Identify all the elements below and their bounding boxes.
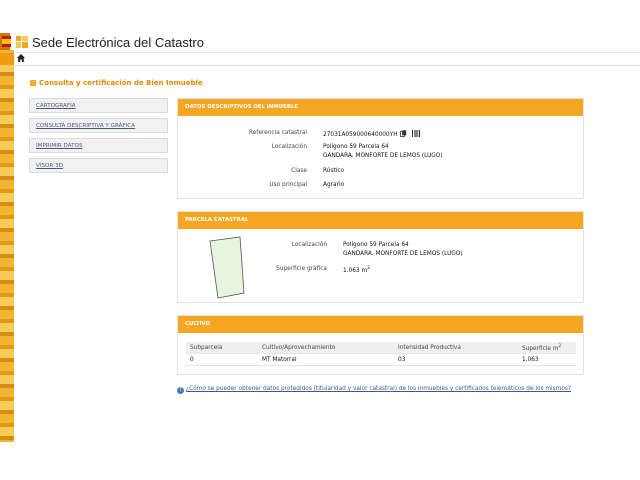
cultivo-header: CULTIVO <box>178 316 583 333</box>
spain-flag-icon <box>2 36 11 47</box>
clase-label: Clase <box>291 168 307 174</box>
parcela-localizacion-label: Localización <box>291 242 327 248</box>
ref-catastral-label: Referencia catastral <box>248 130 307 136</box>
barcode-icon[interactable] <box>412 130 421 137</box>
localizacion-line1: Polígono 59 Parcela 64 <box>323 144 389 150</box>
title-square-icon <box>30 80 36 86</box>
cell-intensidad: 03 <box>394 353 518 366</box>
cell-subparcela: 0 <box>186 353 258 366</box>
header-divider <box>14 52 640 53</box>
nav-accent <box>0 53 14 65</box>
col-cultivo: Cultivo/Aprovechamiento <box>258 342 394 354</box>
cultivo-panel: CULTIVO Subparcela Cultivo/Aprovechamien… <box>177 315 584 375</box>
help-link[interactable]: ? ¿Cómo se pueder obtener datos protegido… <box>177 386 571 394</box>
help-link-text[interactable]: ¿Cómo se pueder obtener datos protegidos… <box>186 386 571 392</box>
menu-consulta-descriptiva[interactable]: CONSULTA DESCRIPTIVA Y GRÁFICA <box>29 118 168 133</box>
localizacion-label: Localización <box>271 144 307 150</box>
copy-icon[interactable] <box>400 130 407 137</box>
parcela-localizacion-line2: GANDARA. MONFORTE DE LEMOS (LUGO) <box>343 251 463 257</box>
site-header: Sede Electrónica del Catastro <box>0 0 640 56</box>
left-decoration-stripe <box>0 50 14 442</box>
menu-visor-3d[interactable]: VISOR 3D <box>29 158 168 173</box>
nav-divider <box>14 65 640 66</box>
menu-cartografia[interactable]: CARTOGRAFÍA <box>29 98 168 113</box>
col-subparcela: Subparcela <box>186 342 258 354</box>
ref-catastral-value: 27031A059000640000YH <box>323 130 421 138</box>
datos-descriptivos-header: DATOS DESCRIPTIVOS DEL INMUEBLE <box>178 99 583 116</box>
col-superficie-unit: 2 <box>558 343 562 349</box>
page-title-text: Consulta y certificación de Bien Inmuebl… <box>39 79 203 87</box>
parcel-map-thumbnail[interactable] <box>207 235 247 299</box>
superficie-grafica-text: 1.063 m <box>343 267 368 274</box>
page-title: Consulta y certificación de Bien Inmuebl… <box>30 79 203 87</box>
cell-cultivo: MT Matorral <box>258 353 394 366</box>
ref-catastral-text: 27031A059000640000YH <box>323 132 398 138</box>
clase-value: Rústico <box>323 168 345 174</box>
site-title[interactable]: Sede Electrónica del Catastro <box>32 35 204 50</box>
superficie-grafica-value: 1.063 m2 <box>343 266 370 274</box>
parcela-localizacion-line1: Polígono 59 Parcela 64 <box>343 242 409 248</box>
superficie-grafica-label: Superficie gráfica <box>276 266 327 272</box>
superficie-grafica-unit: 2 <box>367 266 370 271</box>
home-icon[interactable] <box>17 54 25 62</box>
parcela-catastral-panel: PARCELA CATASTRAL Localización Polígono … <box>177 211 584 303</box>
catastro-logo-icon <box>16 36 28 48</box>
col-superficie: Superficie m2 <box>518 342 576 354</box>
cultivo-table-header-row: Subparcela Cultivo/Aprovechamiento Inten… <box>186 342 576 354</box>
localizacion-line2: GANDARA. MONFORTE DE LEMOS (LUGO) <box>323 153 443 159</box>
col-intensidad: Intensidad Productiva <box>394 342 518 354</box>
menu-imprimir-datos[interactable]: IMPRIMIR DATOS <box>29 138 168 153</box>
table-row: 0 MT Matorral 03 1.063 <box>186 353 576 366</box>
cell-superficie: 1.063 <box>518 353 576 366</box>
datos-descriptivos-panel: DATOS DESCRIPTIVOS DEL INMUEBLE Referenc… <box>177 98 584 199</box>
help-icon: ? <box>177 387 184 394</box>
parcela-catastral-header: PARCELA CATASTRAL <box>178 212 583 229</box>
uso-principal-value: Agrario <box>323 182 345 188</box>
col-superficie-text: Superficie m <box>522 345 559 352</box>
uso-principal-label: Uso principal <box>269 182 307 188</box>
cultivo-table: Subparcela Cultivo/Aprovechamiento Inten… <box>186 342 576 366</box>
